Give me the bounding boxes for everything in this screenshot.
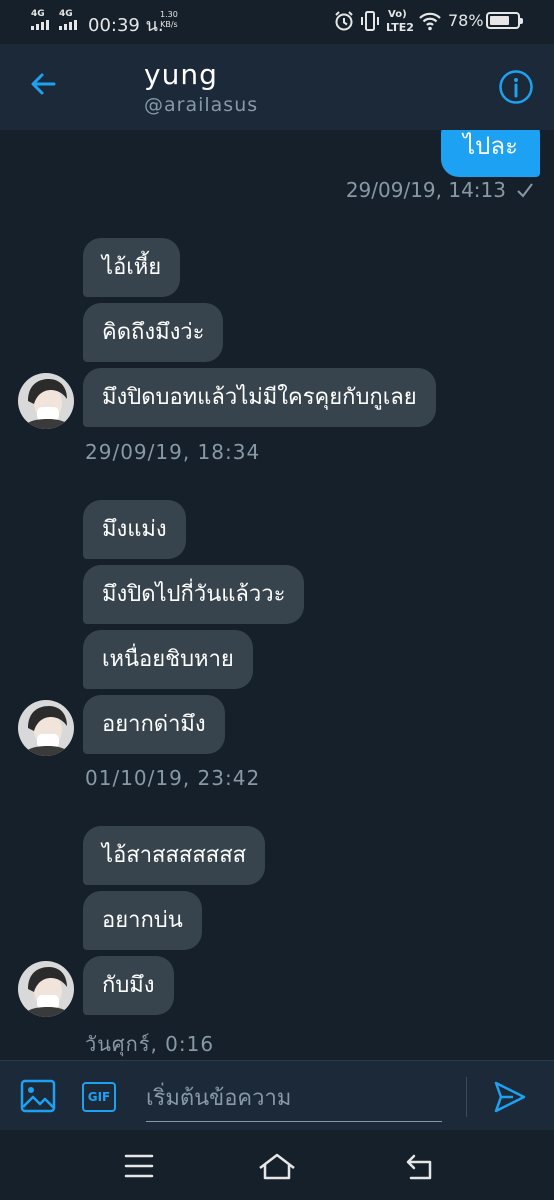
incoming-message[interactable]: กับมึง (83, 956, 174, 1015)
message-list[interactable]: ไปละ 29/09/19, 14:13 ไอ้เหี้ย คิดถึงมึงว… (0, 130, 554, 1060)
incoming-message[interactable]: เหนื่อยชิบหาย (83, 630, 253, 689)
send-icon[interactable] (492, 1079, 528, 1115)
speed-value: 1.30 (160, 10, 178, 19)
battery-percent: 78% (448, 11, 484, 30)
incoming-timestamp: วันศุกร์, 0:16 (85, 1032, 215, 1056)
outgoing-message[interactable]: ไปละ (441, 130, 540, 177)
incoming-message[interactable]: ไอ้สาสสสสสสส (83, 826, 266, 885)
incoming-message[interactable]: ไอ้เหี้ย (83, 238, 181, 297)
signal1-label: 4G (31, 9, 45, 19)
system-nav-bar (0, 1130, 554, 1200)
incoming-message[interactable]: คิดถึงมึงว่ะ (83, 303, 224, 362)
signal1-icon (31, 20, 49, 30)
back-arrow-icon[interactable] (24, 64, 64, 104)
avatar-image (18, 961, 74, 1017)
conversation-handle: @arailasus (144, 94, 259, 116)
info-icon[interactable] (498, 69, 534, 105)
incoming-message[interactable]: มึงปิดบอทแล้วไม่มีใครคุยกับกูเลย (83, 368, 436, 427)
volte-label: Vo) (388, 9, 407, 20)
avatar-image (18, 373, 74, 429)
conversation-header: yung @arailasus (0, 44, 554, 130)
signal2-label: 4G (59, 9, 73, 19)
image-icon[interactable] (20, 1079, 56, 1113)
battery-fill (490, 16, 510, 25)
incoming-timestamp: 29/09/19, 18:34 (85, 440, 261, 464)
incoming-timestamp: 01/10/19, 23:42 (85, 766, 261, 790)
check-icon (517, 183, 533, 198)
incoming-message[interactable]: อยากด่ามึง (83, 695, 225, 754)
conversation-name: yung (144, 58, 218, 91)
signal2-icon (59, 20, 77, 30)
avatar-image (18, 700, 74, 756)
avatar[interactable] (18, 373, 74, 429)
outgoing-timestamp-row: 29/09/19, 14:13 (346, 178, 534, 202)
gif-button[interactable]: GIF (82, 1082, 116, 1112)
message-composer: GIF (0, 1060, 554, 1131)
status-bar: 4G 4G 00:39 น. 1.30 KB/s Vo) LTE2 78% (0, 0, 554, 44)
message-input[interactable] (146, 1075, 442, 1122)
avatar[interactable] (18, 961, 74, 1017)
incoming-message[interactable]: มึงปิดไปกี่วันแล้ววะ (83, 565, 305, 624)
wifi-icon (419, 12, 441, 31)
composer-divider (466, 1077, 467, 1117)
alarm-icon (335, 11, 353, 31)
back-icon[interactable] (399, 1148, 443, 1184)
battery-icon (486, 12, 523, 29)
lte-label: LTE2 (386, 21, 414, 34)
home-icon[interactable] (255, 1148, 299, 1184)
incoming-message[interactable]: มึงแม่ง (83, 500, 186, 559)
outgoing-timestamp: 29/09/19, 14:13 (345, 178, 506, 202)
incoming-message[interactable]: อยากบ่น (83, 891, 202, 950)
vibrate-icon (361, 11, 379, 31)
speed-unit: KB/s (160, 20, 178, 29)
avatar[interactable] (18, 700, 74, 756)
network-speed: 1.30 KB/s (160, 10, 178, 30)
clock: 00:39 น. (88, 15, 164, 36)
menu-icon[interactable] (117, 1148, 161, 1184)
